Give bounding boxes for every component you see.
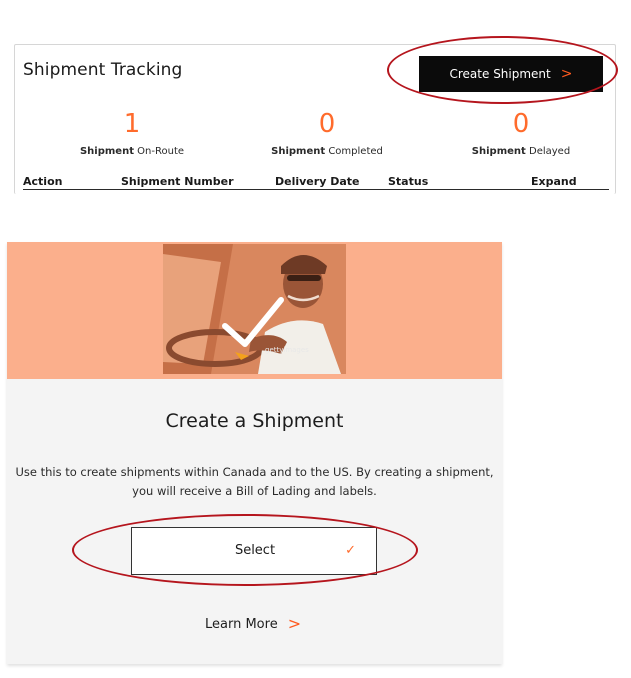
card-hero: gettyimages — [7, 242, 502, 379]
select-button[interactable]: Select ✓ — [131, 527, 377, 575]
stat-completed: 0 Shipment Completed — [247, 109, 407, 157]
create-shipment-button[interactable]: Create Shipment > — [419, 56, 603, 92]
chevron-right-icon: > — [287, 614, 302, 633]
stat-label: Shipment Completed — [271, 146, 383, 157]
learn-more-link[interactable]: Learn More > — [205, 616, 301, 632]
create-shipment-label: Create Shipment — [449, 67, 551, 81]
table-header: Action Shipment Number Delivery Date Sta… — [23, 175, 609, 190]
stat-label: Shipment Delayed — [471, 146, 571, 157]
select-label: Select — [234, 543, 276, 558]
stat-delayed: 0 Shipment Delayed — [441, 109, 601, 157]
chevron-right-icon: > — [560, 66, 573, 82]
check-icon: ✓ — [345, 543, 356, 558]
column-header-action: Action — [23, 175, 63, 188]
page-title: Shipment Tracking — [23, 60, 183, 80]
stat-value: 0 — [318, 109, 336, 139]
driver-photo: gettyimages — [163, 244, 346, 374]
shipment-tracking-panel: Shipment Tracking Create Shipment > 1 Sh… — [14, 44, 616, 194]
card-title: Create a Shipment — [165, 410, 344, 432]
column-header-status: Status — [388, 175, 429, 188]
card-description: Use this to create shipments within Cana… — [15, 465, 494, 498]
stat-label: Shipment On-Route — [79, 146, 185, 157]
column-header-shipment-number: Shipment Number — [121, 175, 234, 188]
watermark-text: gettyimages — [265, 346, 309, 354]
column-header-expand: Expand — [531, 175, 577, 188]
learn-more-label: Learn More — [205, 616, 278, 632]
stat-value: 0 — [512, 109, 530, 139]
stat-on-route: 1 Shipment On-Route — [52, 109, 212, 157]
create-shipment-card: gettyimages Create a Shipment Use this t… — [7, 242, 502, 664]
column-header-delivery-date: Delivery Date — [275, 175, 360, 188]
stat-value: 1 — [123, 109, 141, 139]
